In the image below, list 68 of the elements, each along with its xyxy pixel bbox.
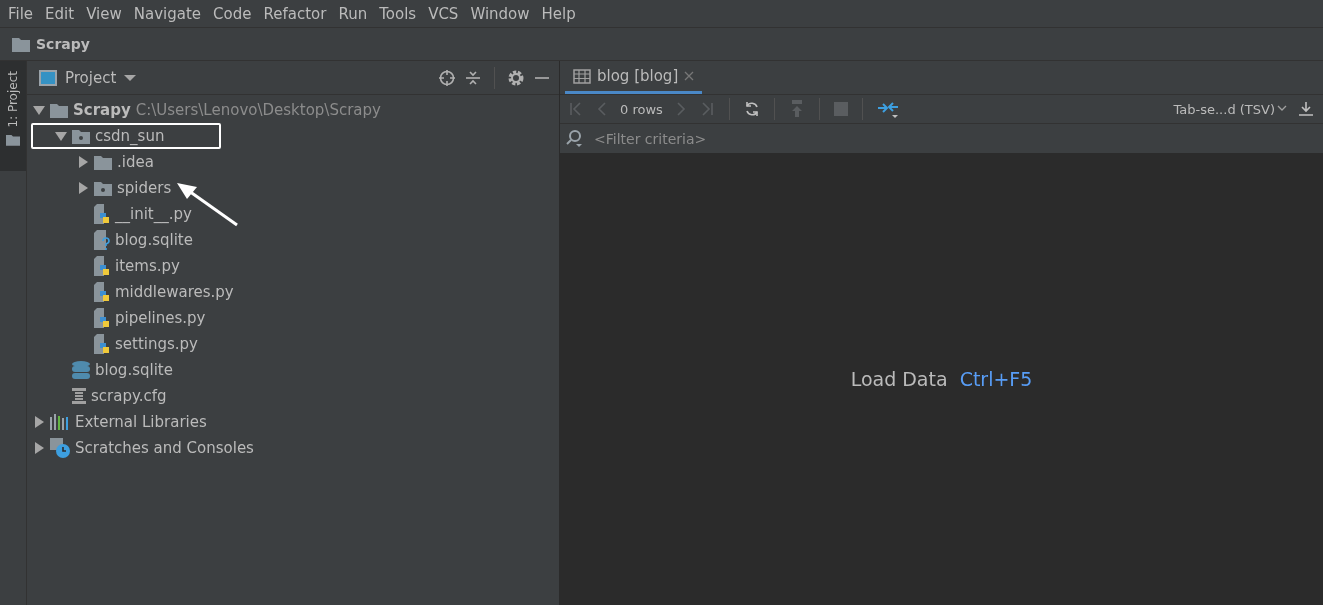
python-file-icon — [94, 334, 110, 354]
tree-item[interactable]: Scrapy — [73, 101, 131, 119]
table-icon — [573, 68, 591, 84]
collapsed-arrow-icon[interactable] — [33, 442, 45, 454]
python-file-icon — [94, 308, 110, 328]
collapsed-arrow-icon[interactable] — [33, 416, 45, 428]
expanded-arrow-icon[interactable] — [33, 104, 45, 116]
load-data-label: Load Data — [850, 368, 948, 390]
expanded-arrow-icon[interactable] — [55, 130, 67, 142]
menu-item[interactable]: View — [84, 4, 128, 23]
python-file-icon — [94, 256, 110, 276]
filter-search-icon — [566, 129, 584, 147]
libraries-icon — [50, 414, 70, 430]
tree-item[interactable]: pipelines.py — [115, 309, 206, 327]
filter-field[interactable]: <Filter criteria> — [560, 124, 1323, 153]
python-file-icon — [94, 204, 110, 224]
tree-item[interactable]: spiders — [117, 179, 172, 197]
tree-item[interactable]: blog.sqlite — [115, 231, 193, 249]
close-icon[interactable] — [684, 71, 695, 81]
tree-item[interactable]: items.py — [115, 257, 180, 275]
database-icon — [72, 360, 90, 380]
folder-icon — [12, 36, 30, 52]
menu-item[interactable]: Window — [468, 4, 536, 23]
row-count: 0 rows — [620, 101, 663, 117]
menu-item[interactable]: Help — [539, 4, 582, 23]
tree-item[interactable]: .idea — [117, 153, 154, 171]
window-icon — [39, 69, 57, 86]
python-file-icon — [94, 282, 110, 302]
project-path: C:\Users\Lenovo\Desktop\Scrapy — [135, 101, 381, 119]
panel-title[interactable]: Project — [65, 68, 117, 87]
tree-item[interactable]: settings.py — [115, 335, 198, 353]
collapsed-arrow-icon[interactable] — [77, 182, 89, 194]
format-dropdown[interactable]: Tab-se...d (TSV) — [1173, 101, 1275, 117]
menu-item[interactable]: File — [6, 4, 40, 23]
tree-item[interactable]: __init__.py — [115, 205, 192, 223]
menu-item[interactable]: Refactor — [261, 4, 333, 23]
download-icon[interactable] — [1297, 101, 1315, 117]
config-file-icon — [72, 388, 86, 404]
crosshair-icon[interactable] — [438, 69, 456, 86]
menu-item[interactable]: Navigate — [131, 4, 208, 23]
compare-icon[interactable] — [876, 99, 899, 119]
side-tab[interactable]: 1: Project — [0, 61, 26, 171]
chevron-icon[interactable] — [1277, 105, 1287, 113]
settings-icon[interactable] — [507, 68, 525, 87]
folder-icon — [50, 102, 68, 118]
refresh-icon[interactable] — [743, 101, 760, 117]
menu-item[interactable]: Tools — [377, 4, 423, 23]
unknown-file-icon — [94, 230, 110, 250]
menu-item[interactable]: Edit — [43, 4, 81, 23]
tree-item[interactable]: External Libraries — [75, 413, 207, 431]
menu-item[interactable]: Run — [336, 4, 374, 23]
tree-item[interactable]: csdn_sun — [95, 127, 165, 145]
menu-item[interactable]: Code — [211, 4, 258, 23]
folder-icon — [72, 128, 90, 144]
breadcrumb-item[interactable]: Scrapy — [36, 36, 90, 52]
scratches-icon — [50, 438, 70, 458]
menu-item[interactable]: VCS — [426, 4, 465, 23]
folder-icon — [94, 154, 112, 170]
tree-item[interactable]: middlewares.py — [115, 283, 234, 301]
shortcut-link[interactable]: Ctrl+F5 — [959, 368, 1033, 390]
tree-item[interactable]: blog.sqlite — [95, 361, 173, 379]
tree-item[interactable]: Scratches and Consoles — [75, 439, 254, 457]
folder-icon — [94, 180, 112, 196]
collapsed-arrow-icon[interactable] — [77, 156, 89, 168]
folder-icon — [6, 133, 20, 146]
collapse-icon[interactable] — [464, 69, 482, 86]
tree-item[interactable]: scrapy.cfg — [91, 387, 167, 405]
dropdown-icon[interactable] — [124, 73, 137, 82]
